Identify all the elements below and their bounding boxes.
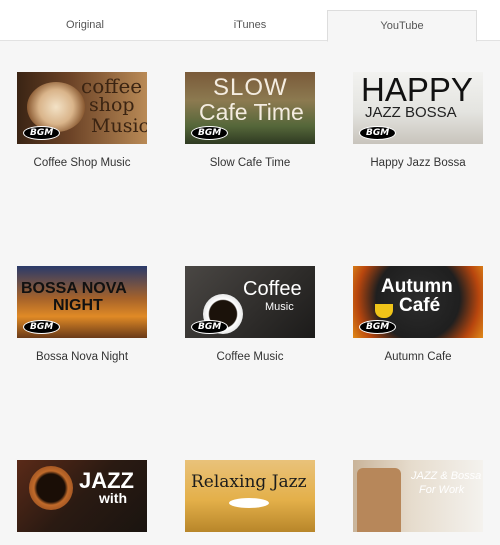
bgm-badge: BGM: [23, 320, 61, 334]
latte-art-icon: [27, 82, 85, 132]
bag-icon: [357, 468, 401, 532]
thumb-title-line: JAZZ & Bossa: [411, 470, 482, 482]
video-caption[interactable]: Autumn Cafe: [353, 351, 483, 363]
video-thumbnail[interactable]: JAZZ & Bossa For Work: [353, 460, 483, 532]
bgm-badge: BGM: [359, 320, 397, 334]
bgm-badge: BGM: [359, 126, 397, 140]
thumb-title-line: For Work: [419, 484, 465, 496]
tab-itunes[interactable]: iTunes: [175, 10, 325, 40]
video-thumbnail[interactable]: Coffee Music BGM: [185, 266, 315, 338]
video-caption[interactable]: Slow Cafe Time: [185, 157, 315, 169]
video-thumbnail[interactable]: HAPPY JAZZ BOSSA BGM: [353, 72, 483, 144]
video-card-relaxing-jazz[interactable]: Relaxing Jazz: [185, 460, 315, 545]
bgm-badge: BGM: [23, 126, 61, 140]
video-caption[interactable]: Coffee Shop Music: [17, 157, 147, 169]
video-card-jazz-bossa-for-work[interactable]: JAZZ & Bossa For Work: [353, 460, 483, 545]
thumb-title-line: Café: [399, 295, 441, 316]
thumb-title-line: NIGHT: [53, 297, 103, 314]
coffee-cup-icon: [375, 304, 393, 318]
tab-youtube[interactable]: YouTube: [327, 10, 477, 42]
coffee-cup-icon: [29, 466, 73, 510]
video-thumbnail[interactable]: Autumn Café BGM: [353, 266, 483, 338]
thumb-title-line: SLOW: [213, 74, 288, 101]
video-caption[interactable]: Happy Jazz Bossa: [353, 157, 483, 169]
bgm-badge: BGM: [191, 126, 229, 140]
video-thumbnail[interactable]: JAZZ with: [17, 460, 147, 532]
thumb-title-line: Music: [91, 115, 147, 137]
video-card-jazz-with[interactable]: JAZZ with: [17, 460, 147, 545]
bgm-badge: BGM: [191, 320, 229, 334]
tab-original[interactable]: Original: [10, 10, 160, 40]
video-card-happy-jazz-bossa[interactable]: HAPPY JAZZ BOSSA BGM Happy Jazz Bossa: [353, 72, 483, 169]
thumb-title-line: Relaxing Jazz: [191, 472, 307, 492]
video-card-coffee-shop-music[interactable]: coffee shop Music BGM Coffee Shop Music: [17, 72, 147, 169]
thumb-title-line: shop: [89, 94, 135, 116]
tab-bar: Original iTunes YouTube: [0, 0, 500, 42]
video-thumbnail[interactable]: BOSSA NOVA NIGHT BGM: [17, 266, 147, 338]
coffee-cup-icon: [229, 498, 269, 508]
video-card-slow-cafe-time[interactable]: SLOW Cafe Time BGM Slow Cafe Time: [185, 72, 315, 169]
thumb-title-line: JAZZ BOSSA: [365, 104, 457, 121]
video-thumbnail[interactable]: SLOW Cafe Time BGM: [185, 72, 315, 144]
thumb-title-line: with: [99, 490, 127, 506]
thumb-title-line: Cafe Time: [199, 99, 304, 125]
video-card-autumn-cafe[interactable]: Autumn Café BGM Autumn Cafe: [353, 266, 483, 363]
video-grid: coffee shop Music BGM Coffee Shop Music …: [0, 41, 500, 532]
video-card-bossa-nova-night[interactable]: BOSSA NOVA NIGHT BGM Bossa Nova Night: [17, 266, 147, 363]
thumb-title-line: Music: [265, 301, 294, 313]
video-caption[interactable]: Coffee Music: [185, 351, 315, 363]
video-card-coffee-music[interactable]: Coffee Music BGM Coffee Music: [185, 266, 315, 363]
video-thumbnail[interactable]: coffee shop Music BGM: [17, 72, 147, 144]
video-thumbnail[interactable]: Relaxing Jazz: [185, 460, 315, 532]
thumb-title-line: BOSSA NOVA: [21, 280, 127, 297]
thumb-title-line: Coffee: [243, 278, 302, 300]
video-caption[interactable]: Bossa Nova Night: [17, 351, 147, 363]
